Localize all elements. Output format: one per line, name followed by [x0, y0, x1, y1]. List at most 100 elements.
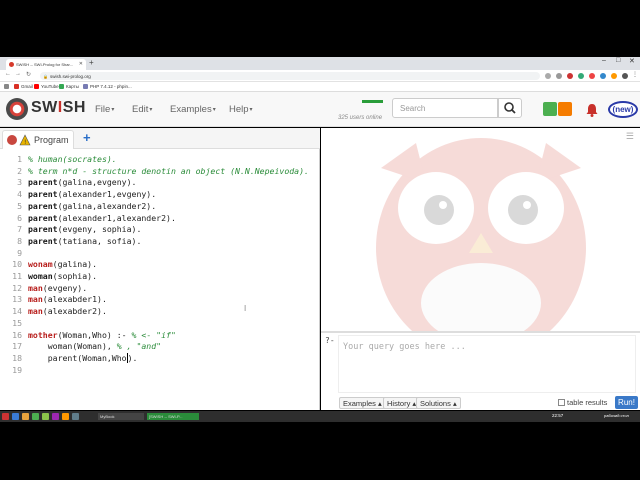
reload-icon[interactable]: ↻: [26, 71, 31, 78]
extension-icon[interactable]: [545, 73, 551, 79]
bookmark-apps-icon[interactable]: [4, 84, 11, 89]
code-line[interactable]: parent(evgeny, sophia).: [28, 224, 141, 234]
browser-toolbar: ← → ↻ 🔒 swish.swi-prolog.org ⋮: [0, 70, 640, 82]
taskbar-app-icon[interactable]: [22, 413, 29, 420]
solutions-button[interactable]: Solutions ▴: [416, 397, 461, 409]
code-line[interactable]: man(alexabder1).: [28, 294, 107, 304]
bookmark-gmail[interactable]: Gmail: [14, 84, 33, 89]
run-button[interactable]: Run!: [615, 396, 638, 409]
mouse-cursor-icon: I: [244, 304, 247, 313]
warning-icon: !: [19, 134, 31, 146]
address-bar-text: swish.swi-prolog.org: [50, 73, 91, 79]
extension-icon[interactable]: [611, 73, 617, 79]
taskbar-app-icon[interactable]: [32, 413, 39, 420]
tab-program-label: Program: [34, 135, 69, 145]
close-window-icon[interactable]: ✕: [629, 57, 635, 65]
menu-examples[interactable]: Examples▾: [170, 104, 216, 115]
pane-menu-icon[interactable]: ☰: [626, 131, 634, 142]
google-login-icon[interactable]: [543, 102, 557, 116]
code-line[interactable]: woman(Woman), % , "and": [28, 341, 161, 351]
taskbar-window-swish[interactable]: [SWISH -- SWI-P...: [147, 413, 199, 420]
taskbar-app-icon[interactable]: [52, 413, 59, 420]
minimize-icon[interactable]: –: [602, 57, 606, 64]
profile-avatar[interactable]: [622, 73, 628, 79]
bookmark-youtube[interactable]: YouTube: [34, 84, 59, 89]
line-number: 14: [12, 306, 22, 317]
line-number: 15: [12, 317, 22, 328]
tab-program[interactable]: ! Program: [2, 130, 74, 149]
add-tab-button[interactable]: +: [83, 130, 91, 145]
line-number: 7: [17, 224, 22, 235]
back-icon[interactable]: ←: [5, 71, 11, 77]
menu-help[interactable]: Help▾: [229, 104, 253, 115]
code-line[interactable]: parent(galina,evgeny).: [28, 177, 136, 187]
search-input[interactable]: Search: [392, 98, 498, 118]
line-number: 12: [12, 282, 22, 293]
taskbar-clock: 22:57: [552, 413, 564, 418]
menu-edit[interactable]: Edit▾: [132, 104, 152, 115]
line-number: 1: [17, 154, 22, 164]
line-number: 10: [12, 259, 22, 270]
new-tab-button[interactable]: +: [89, 58, 94, 67]
extension-icon[interactable]: [589, 73, 595, 79]
new-badge[interactable]: (new): [608, 101, 638, 118]
lock-icon: 🔒: [43, 73, 48, 79]
bookmark-maps[interactable]: Карты: [59, 84, 79, 89]
close-tab-icon[interactable]: ✕: [79, 61, 83, 67]
browser-tab-title: SWISH -- SWI-Prolog for Shar...: [16, 62, 73, 67]
browser-tab[interactable]: SWISH -- SWI-Prolog for Shar... ✕: [6, 59, 86, 70]
taskbar-app-icon[interactable]: [42, 413, 49, 420]
line-number: 6: [17, 212, 22, 223]
code-line[interactable]: man(evgeny).: [28, 283, 87, 293]
swish-favicon-icon: [9, 62, 14, 67]
code-line[interactable]: % human(socrates).: [28, 154, 117, 164]
extension-icon[interactable]: [600, 73, 606, 79]
line-number: 9: [17, 247, 22, 258]
bookmark-php[interactable]: PHP 7.4.12 - phpin...: [83, 84, 132, 89]
taskbar-window-mybook[interactable]: MyBook: [98, 413, 144, 420]
extension-icon[interactable]: [556, 73, 562, 79]
taskbar-tray-label[interactable]: рабочий стол: [604, 413, 629, 418]
code-editor[interactable]: 1 % human(socrates). 2 % term n*d - structu…: [0, 150, 320, 410]
maximize-icon[interactable]: □: [616, 57, 620, 64]
table-results-checkbox[interactable]: [558, 399, 565, 406]
taskbar-app-icon[interactable]: [12, 413, 19, 420]
extension-icon[interactable]: [578, 73, 584, 79]
search-button[interactable]: [498, 98, 522, 118]
line-number: 13: [12, 294, 22, 305]
results-pane: ☰ ?- Your query goes here ... Examples ▴…: [321, 128, 640, 410]
swish-logo-icon: [6, 98, 28, 120]
code-line[interactable]: parent(alexander1,evgeny).: [28, 189, 156, 199]
examples-button[interactable]: Examples ▴: [339, 397, 386, 409]
notification-bell-icon[interactable]: [584, 102, 598, 117]
code-line[interactable]: % term n*d - structure denotin an object…: [28, 166, 309, 176]
editor-tabbar: ! Program +: [0, 128, 320, 149]
search-icon: [504, 102, 516, 114]
browser-menu-icon[interactable]: ⋮: [632, 71, 638, 78]
code-line[interactable]: man(alexabder2).: [28, 306, 107, 316]
forward-icon[interactable]: →: [15, 71, 21, 77]
editor-pane: ! Program + 1 % human(socrates). 2 % term n…: [0, 128, 320, 410]
extension-icon[interactable]: [567, 73, 573, 79]
screen: SWISH -- SWI-Prolog for Shar... ✕ + – □ …: [0, 0, 640, 480]
line-number: 4: [17, 189, 22, 200]
code-line[interactable]: parent(Woman,Who).: [28, 352, 137, 363]
menu-file[interactable]: File▾: [95, 104, 114, 115]
code-line[interactable]: parent(tatiana, sofia).: [28, 236, 141, 246]
stackoverflow-icon[interactable]: [558, 102, 572, 116]
query-prompt: ?-: [325, 336, 335, 345]
address-bar[interactable]: 🔒 swish.swi-prolog.org: [40, 72, 540, 80]
query-input[interactable]: Your query goes here ...: [338, 335, 636, 393]
code-line[interactable]: parent(alexander1,alexander2).: [28, 213, 176, 223]
code-line[interactable]: wonam(galina).: [28, 259, 97, 269]
taskbar-app-icon[interactable]: [72, 413, 79, 420]
code-line[interactable]: parent(galina,alexander2).: [28, 201, 156, 211]
line-number: 19: [12, 364, 22, 375]
code-line[interactable]: woman(sophia).: [28, 271, 97, 281]
taskbar-app-icon[interactable]: [62, 413, 69, 420]
start-menu-icon[interactable]: [2, 413, 9, 420]
line-number: 8: [17, 235, 22, 246]
history-button[interactable]: History ▴: [383, 397, 421, 409]
browser-tabbar: SWISH -- SWI-Prolog for Shar... ✕ + – □ …: [0, 57, 640, 70]
code-line[interactable]: mother(Woman,Who) :- % <- "if": [28, 330, 176, 340]
